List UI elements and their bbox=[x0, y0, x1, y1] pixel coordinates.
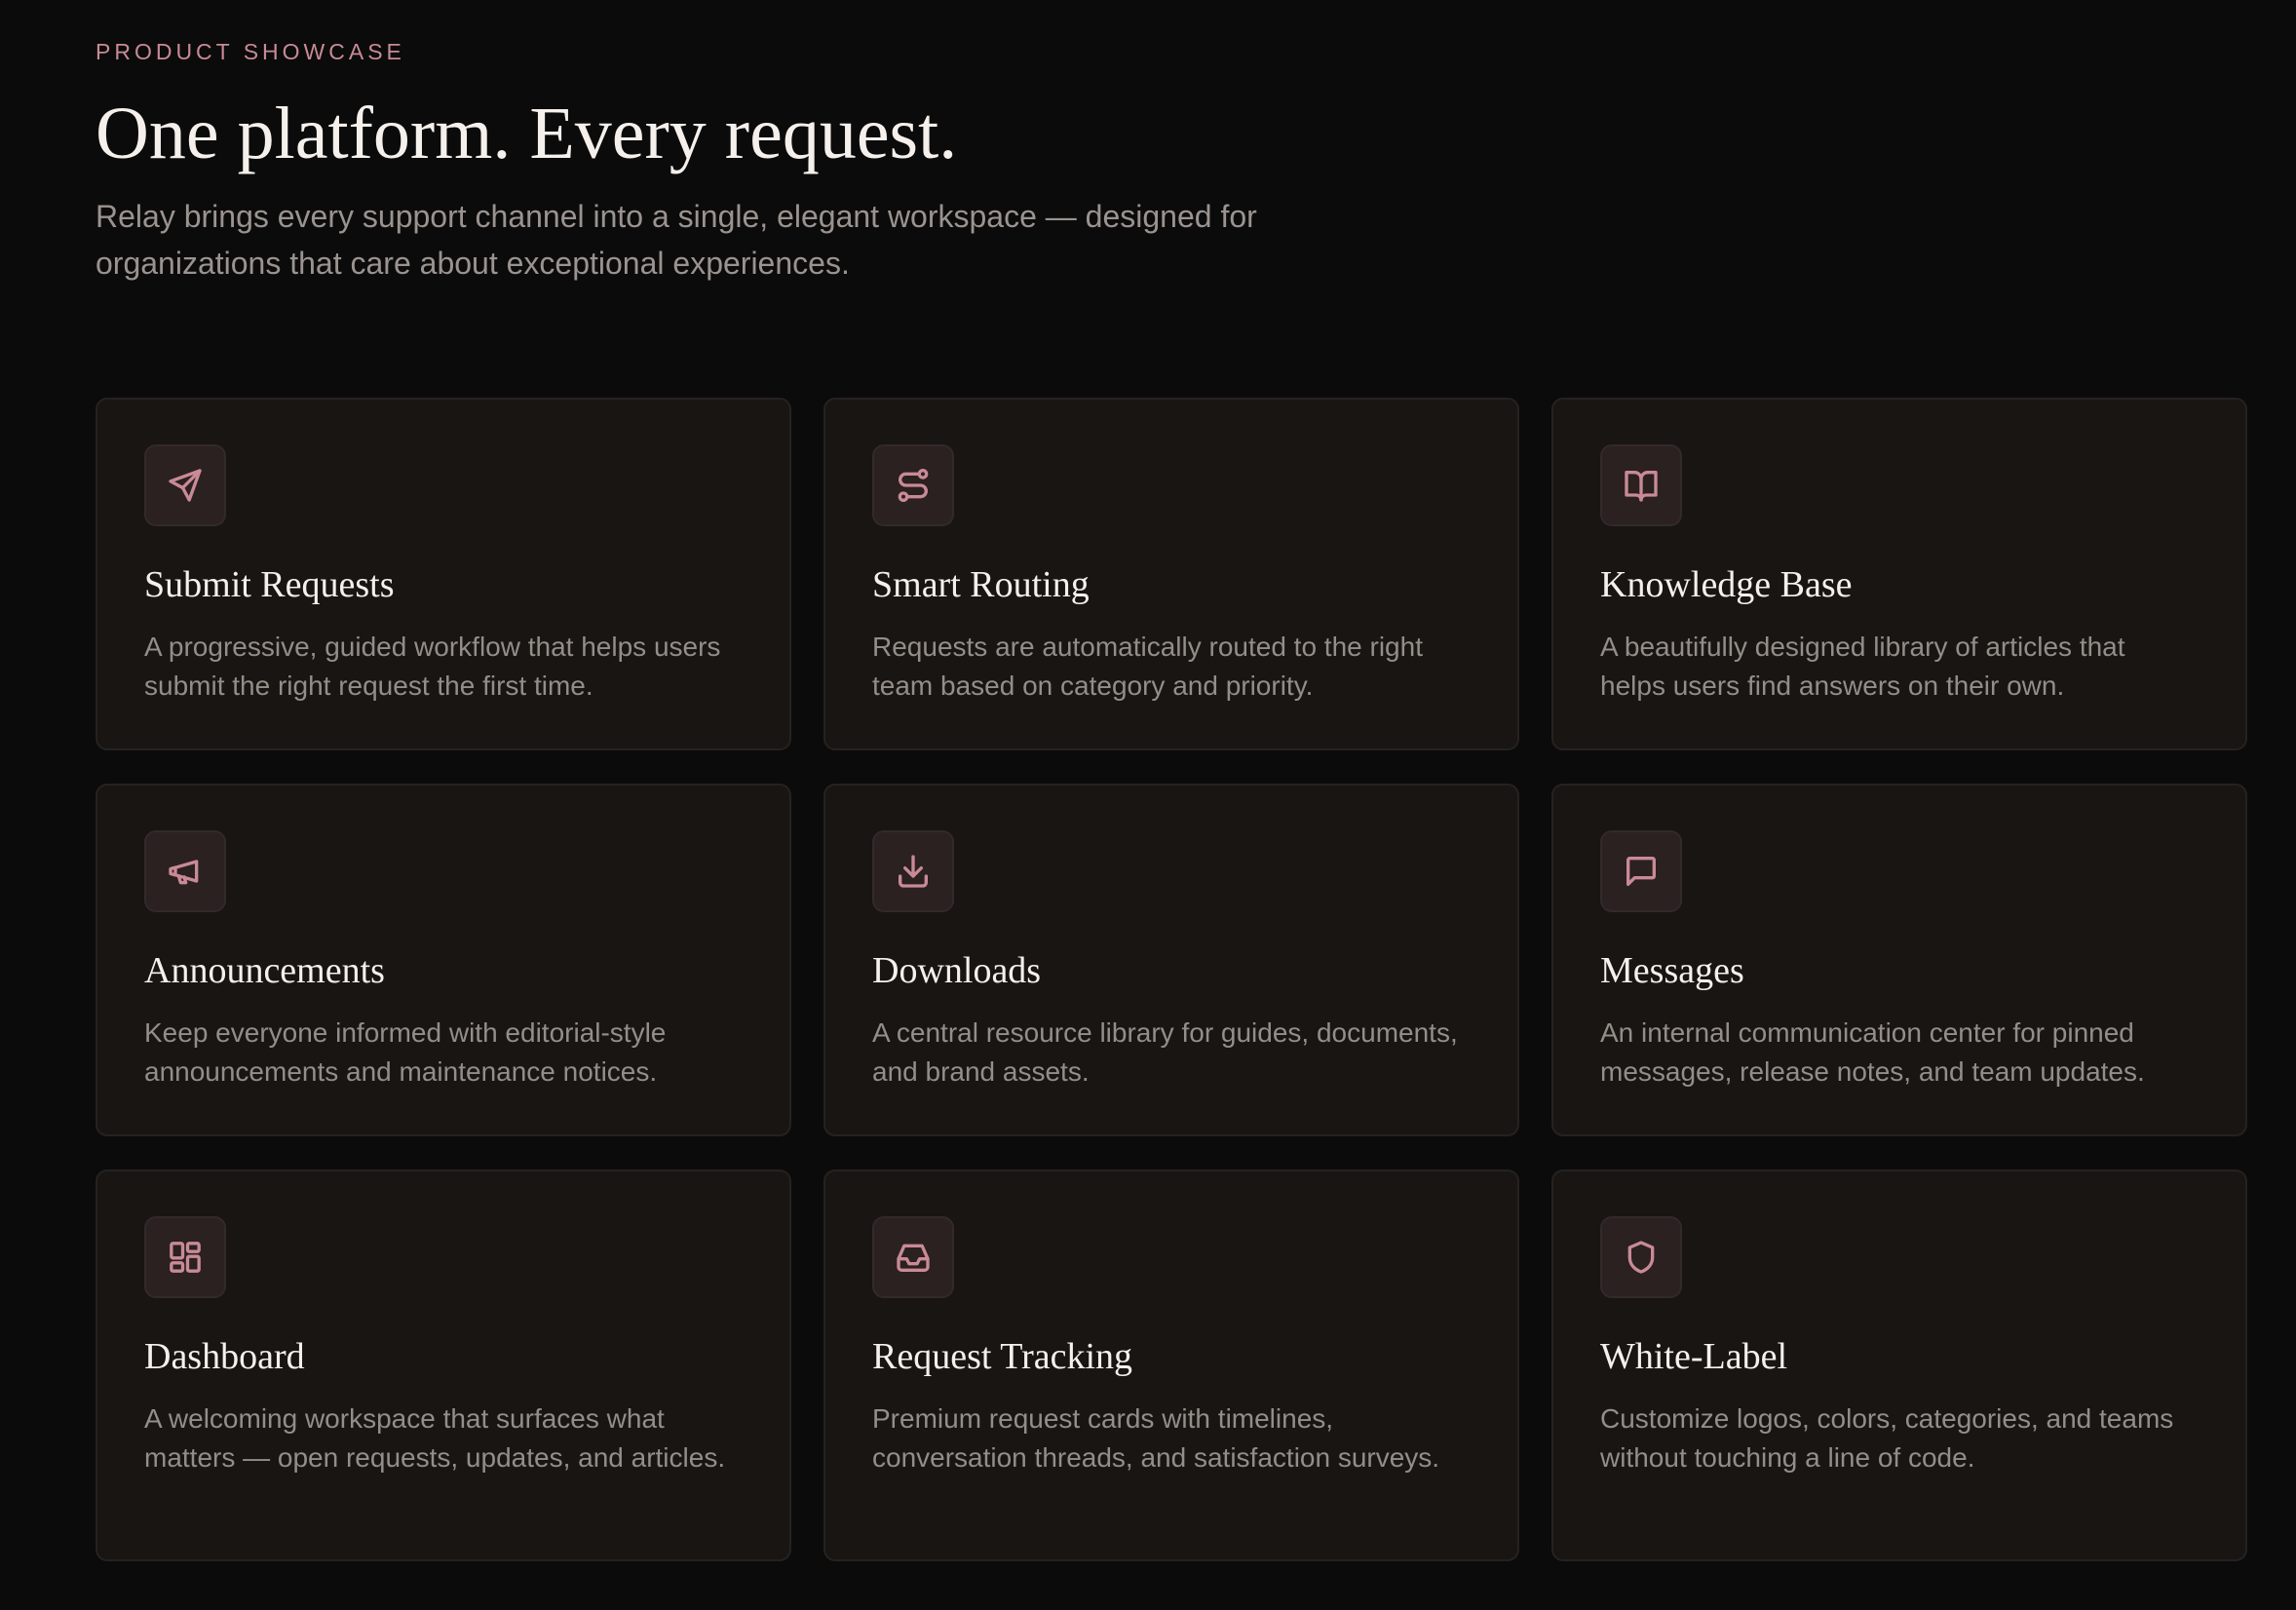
feature-description: A progressive, guided workflow that help… bbox=[144, 632, 721, 701]
feature-description: Customize logos, colors, categories, and… bbox=[1600, 1403, 2174, 1473]
download-icon bbox=[872, 830, 954, 912]
feature-title: Smart Routing bbox=[872, 564, 1090, 605]
feature-card-messages: Messages An internal communication cente… bbox=[1551, 784, 2247, 1136]
feature-card-request-tracking: Request Tracking Premium request cards w… bbox=[823, 1169, 1519, 1561]
feature-title: Announcements bbox=[144, 950, 385, 991]
feature-title: White-Label bbox=[1600, 1336, 1788, 1377]
feature-title: Submit Requests bbox=[144, 564, 395, 605]
feature-card-white-label: White-Label Customize logos, colors, cat… bbox=[1551, 1169, 2247, 1561]
feature-description: A beautifully designed library of articl… bbox=[1600, 632, 2125, 701]
send-icon bbox=[144, 444, 226, 526]
feature-title: Downloads bbox=[872, 950, 1042, 991]
page-title: One platform. Every request. bbox=[96, 93, 958, 174]
feature-description: A central resource library for guides, d… bbox=[872, 1017, 1458, 1087]
feature-title: Dashboard bbox=[144, 1336, 305, 1377]
feature-grid: Submit Requests A progressive, guided wo… bbox=[96, 398, 2247, 1561]
route-icon bbox=[872, 444, 954, 526]
feature-title: Messages bbox=[1600, 950, 1744, 991]
feature-card-knowledge-base: Knowledge Base A beautifully designed li… bbox=[1551, 398, 2247, 750]
feature-description: Requests are automatically routed to the… bbox=[872, 632, 1423, 701]
page-subtitle: Relay brings every support channel into … bbox=[96, 199, 1257, 281]
feature-description: A welcoming workspace that surfaces what… bbox=[144, 1403, 726, 1473]
megaphone-icon bbox=[144, 830, 226, 912]
dashboard-icon bbox=[144, 1216, 226, 1298]
feature-card-smart-routing: Smart Routing Requests are automatically… bbox=[823, 398, 1519, 750]
feature-description: Keep everyone informed with editorial-st… bbox=[144, 1017, 667, 1087]
section-eyebrow: PRODUCT SHOWCASE bbox=[96, 39, 405, 64]
feature-card-dashboard: Dashboard A welcoming workspace that sur… bbox=[96, 1169, 791, 1561]
inbox-icon bbox=[872, 1216, 954, 1298]
feature-card-submit-requests: Submit Requests A progressive, guided wo… bbox=[96, 398, 791, 750]
book-open-icon bbox=[1600, 444, 1682, 526]
feature-title: Request Tracking bbox=[872, 1336, 1133, 1377]
feature-card-downloads: Downloads A central resource library for… bbox=[823, 784, 1519, 1136]
feature-card-announcements: Announcements Keep everyone informed wit… bbox=[96, 784, 791, 1136]
feature-title: Knowledge Base bbox=[1600, 564, 1853, 605]
feature-description: An internal communication center for pin… bbox=[1600, 1017, 2145, 1087]
message-square-icon bbox=[1600, 830, 1682, 912]
feature-description: Premium request cards with timelines, co… bbox=[872, 1403, 1440, 1473]
shield-icon bbox=[1600, 1216, 1682, 1298]
